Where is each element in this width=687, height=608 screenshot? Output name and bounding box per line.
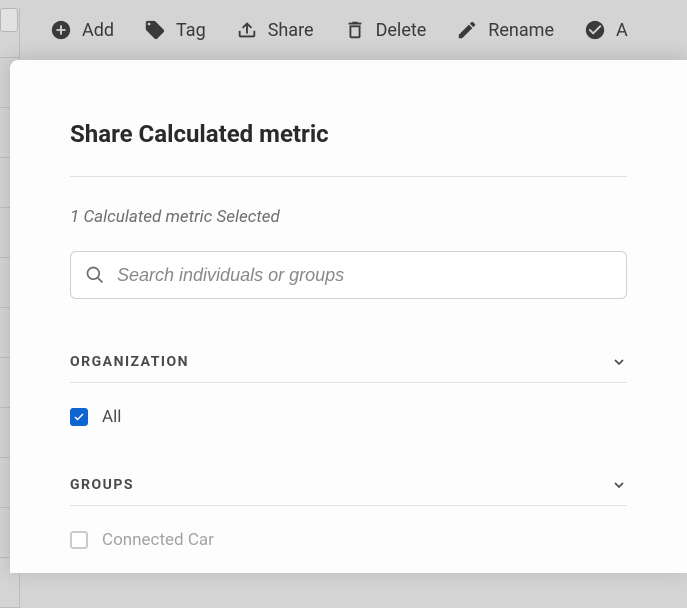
checkbox-item-connected-car[interactable]: Connected Car bbox=[70, 530, 627, 550]
delete-label: Delete bbox=[376, 20, 427, 41]
checkbox-label: Connected Car bbox=[102, 530, 214, 550]
chevron-down-icon bbox=[611, 477, 627, 493]
divider bbox=[70, 176, 627, 177]
search-icon bbox=[85, 265, 105, 285]
checkbox-label: All bbox=[102, 407, 121, 427]
trash-icon bbox=[344, 19, 366, 41]
share-modal: Share Calculated metric 1 Calculated met… bbox=[10, 60, 687, 573]
checkbox-checked[interactable] bbox=[70, 408, 88, 426]
check-circle-icon bbox=[584, 19, 606, 41]
organization-section: ORGANIZATION All bbox=[70, 354, 627, 427]
tag-label: Tag bbox=[176, 20, 206, 41]
approve-label: A bbox=[616, 20, 628, 41]
delete-button[interactable]: Delete bbox=[344, 19, 427, 41]
share-icon bbox=[236, 19, 258, 41]
tag-icon bbox=[144, 19, 166, 41]
organization-title: ORGANIZATION bbox=[70, 354, 189, 370]
share-label: Share bbox=[268, 20, 314, 41]
add-label: Add bbox=[82, 20, 114, 41]
approve-button[interactable]: A bbox=[584, 19, 628, 41]
tag-button[interactable]: Tag bbox=[144, 19, 206, 41]
search-input[interactable] bbox=[117, 265, 612, 286]
checkbox-unchecked[interactable] bbox=[70, 531, 88, 549]
action-toolbar: Add Tag Share Delete Rename A bbox=[0, 0, 687, 60]
groups-section: GROUPS Connected Car bbox=[70, 477, 627, 550]
checkbox-item-all[interactable]: All bbox=[70, 407, 627, 427]
rename-button[interactable]: Rename bbox=[456, 19, 554, 41]
chevron-down-icon bbox=[611, 354, 627, 370]
add-button[interactable]: Add bbox=[50, 19, 114, 41]
selection-count: 1 Calculated metric Selected bbox=[70, 207, 627, 227]
search-box[interactable] bbox=[70, 251, 627, 299]
modal-title: Share Calculated metric bbox=[70, 120, 627, 148]
rename-label: Rename bbox=[488, 20, 554, 41]
plus-circle-icon bbox=[50, 19, 72, 41]
groups-title: GROUPS bbox=[70, 477, 134, 493]
share-button[interactable]: Share bbox=[236, 19, 314, 41]
groups-header[interactable]: GROUPS bbox=[70, 477, 627, 506]
pencil-icon bbox=[456, 19, 478, 41]
organization-header[interactable]: ORGANIZATION bbox=[70, 354, 627, 383]
